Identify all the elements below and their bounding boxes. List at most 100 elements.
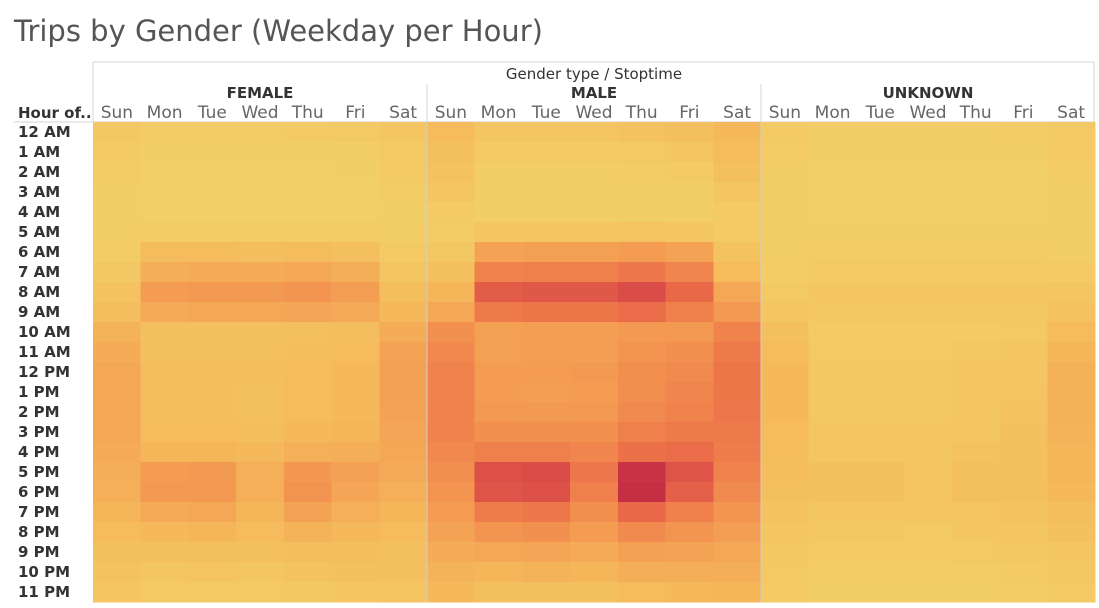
heatmap-cell <box>1047 262 1096 283</box>
heatmap-cell <box>188 262 237 283</box>
heatmap-cell <box>331 322 380 343</box>
heatmap-cell <box>665 342 714 363</box>
heatmap-cell <box>427 362 476 383</box>
heatmap-cell <box>379 142 428 163</box>
heatmap-cell <box>617 502 667 523</box>
heatmap-cell <box>140 282 189 303</box>
heatmap-cell <box>570 542 619 563</box>
heatmap-cell <box>188 342 237 363</box>
heatmap-cell <box>617 142 667 163</box>
heatmap-cell <box>522 462 571 483</box>
heatmap-cell <box>761 402 810 423</box>
heatmap-cell <box>188 282 237 303</box>
heatmap-cell <box>1047 382 1096 403</box>
heatmap-cell <box>761 542 810 563</box>
day-label-unknown-sat: Sat <box>1057 103 1085 123</box>
heatmap-cell <box>761 422 810 443</box>
heatmap-cell <box>856 542 905 563</box>
heatmap-cell <box>951 342 1001 363</box>
day-label-male-mon: Mon <box>481 103 517 123</box>
heatmap-cell <box>236 322 285 343</box>
heatmap-cell <box>522 362 571 383</box>
heatmap-cell <box>761 242 810 263</box>
heatmap-cell <box>474 502 523 523</box>
heatmap-cell <box>904 122 953 143</box>
heatmap-cell <box>761 342 810 363</box>
heatmap-cell <box>856 482 905 503</box>
heatmap-cell <box>427 562 476 583</box>
heatmap-cell <box>951 222 1001 243</box>
row-header-title: Hour of.. <box>18 104 92 122</box>
heatmap-cell <box>331 282 380 303</box>
heatmap-cell <box>761 442 810 463</box>
heatmap-cell <box>570 182 619 203</box>
heatmap-cell <box>1047 222 1096 243</box>
heatmap-cell <box>331 562 380 583</box>
heatmap-cell <box>570 382 619 403</box>
heatmap-cell <box>283 502 333 523</box>
heatmap-cell <box>140 222 189 243</box>
heatmap-cell <box>236 262 285 283</box>
heatmap-cell <box>188 582 237 603</box>
heatmap-cell <box>188 122 237 143</box>
heatmap-cell <box>808 182 857 203</box>
heatmap-cell <box>93 522 142 543</box>
heatmap-cell <box>188 442 237 463</box>
heatmap-cell <box>570 302 619 323</box>
heatmap-cell <box>331 442 380 463</box>
day-label-female-fri: Fri <box>345 103 365 123</box>
heatmap-cell <box>427 242 476 263</box>
heatmap-cell <box>522 182 571 203</box>
heatmap-cell <box>140 262 189 283</box>
heatmap-cell <box>761 582 810 603</box>
heatmap-cell <box>665 222 714 243</box>
heatmap-cell <box>140 302 189 323</box>
heatmap-cell <box>379 562 428 583</box>
heatmap-cell <box>93 482 142 503</box>
heatmap-cell <box>713 502 762 523</box>
heatmap-cell <box>713 442 762 463</box>
heatmap-cell <box>379 162 428 183</box>
heatmap-cell <box>1047 282 1096 303</box>
heatmap-cell <box>1047 422 1096 443</box>
day-label-female-wed: Wed <box>241 103 278 123</box>
heatmap-cell <box>474 402 523 423</box>
heatmap-cell <box>188 242 237 263</box>
heatmap-cell <box>856 462 905 483</box>
heatmap-cell <box>617 122 667 143</box>
heatmap-cell <box>617 322 667 343</box>
heatmap-cell <box>188 382 237 403</box>
heatmap-cell <box>379 342 428 363</box>
heatmap-cell <box>808 542 857 563</box>
heatmap-cell <box>617 442 667 463</box>
heatmap-cell <box>236 402 285 423</box>
heatmap-cell <box>283 422 333 443</box>
heatmap-cell <box>713 322 762 343</box>
day-label-male-fri: Fri <box>679 103 699 123</box>
heatmap-cell <box>140 442 189 463</box>
heatmap-cell <box>427 122 476 143</box>
heatmap-cell <box>904 222 953 243</box>
heatmap-cell <box>93 302 142 323</box>
heatmap-cell <box>331 482 380 503</box>
hour-label: 7 AM <box>18 263 60 281</box>
heatmap-cell <box>761 362 810 383</box>
heatmap-cell <box>236 242 285 263</box>
heatmap-cell <box>713 402 762 423</box>
heatmap-cell <box>188 362 237 383</box>
heatmap-cell <box>808 582 857 603</box>
heatmap-cell <box>904 162 953 183</box>
heatmap-cell <box>904 242 953 263</box>
heatmap-cell <box>904 362 953 383</box>
heatmap-cell <box>617 382 667 403</box>
heatmap-cell <box>904 182 953 203</box>
heatmap-cell <box>951 202 1001 223</box>
heatmap-cell <box>761 202 810 223</box>
heatmap-cell <box>283 522 333 543</box>
heatmap-cell <box>188 542 237 563</box>
heatmap-cell <box>617 342 667 363</box>
heatmap-cell <box>856 262 905 283</box>
heatmap-cell <box>474 142 523 163</box>
hour-label: 6 PM <box>18 483 60 501</box>
hour-label: 10 AM <box>18 323 71 341</box>
